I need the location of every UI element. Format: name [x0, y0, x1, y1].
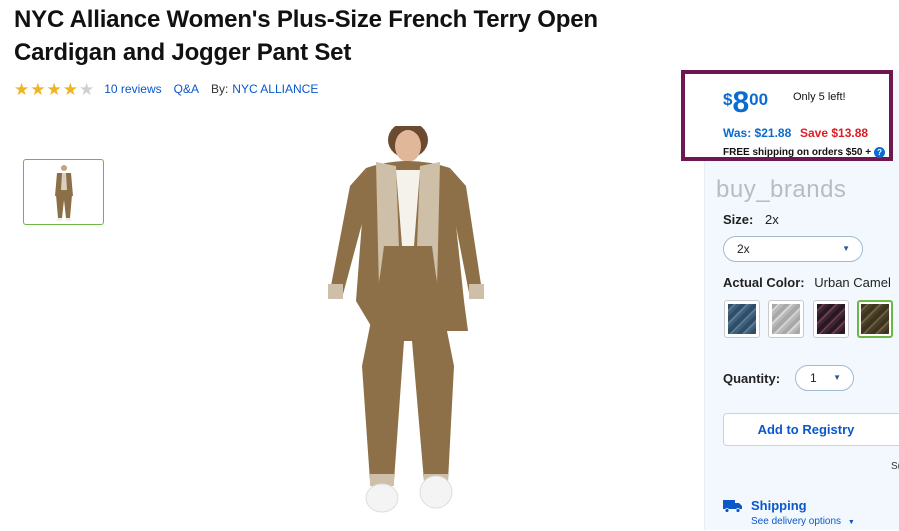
product-title: NYC Alliance Women's Plus-Size French Te…	[14, 6, 598, 66]
quantity-dropdown[interactable]: 1 ▼	[795, 365, 854, 391]
swatch-grey-heather[interactable]	[768, 300, 804, 338]
product-thumbnail[interactable]	[23, 159, 104, 225]
color-value: Urban Camel	[814, 275, 891, 290]
delivery-options-text: See delivery options	[751, 516, 842, 527]
shipping-section: Shipping	[723, 498, 807, 513]
swatch-fill	[817, 304, 845, 334]
swatch-urban-camel[interactable]	[857, 300, 893, 338]
size-label: Size:	[723, 212, 754, 227]
price-currency: $	[723, 90, 733, 109]
shipping-label: Shipping	[751, 498, 807, 513]
star-icon: ★	[46, 79, 62, 99]
product-main-image	[316, 122, 500, 526]
chevron-down-icon: ▼	[842, 244, 850, 253]
swatch-fill	[772, 304, 800, 334]
stock-note: Only 5 left!	[793, 91, 846, 103]
price-dollars: 8	[732, 86, 750, 119]
product-meta-row: ★ ★ ★ ★ ★ 10 reviews Q&A By: NYC ALLIANC…	[14, 80, 330, 98]
swatch-fill	[861, 304, 889, 334]
size-label-row: Size: 2x	[723, 212, 779, 227]
watermark: buy_brands	[716, 176, 847, 203]
by-label: By:	[210, 82, 229, 96]
star-icon: ★	[14, 79, 30, 99]
color-label-row: Actual Color: Urban Camel	[723, 275, 891, 290]
delivery-options-link[interactable]: See delivery options ▼	[751, 516, 855, 527]
reviews-link[interactable]: 10 reviews	[104, 82, 161, 96]
star-icon: ★	[30, 79, 46, 99]
star-icon: ★	[62, 79, 78, 99]
size-selected: 2x	[737, 242, 750, 256]
chevron-down-icon: ▼	[847, 519, 855, 526]
price-box: $800 Only 5 left! Was: $21.88 Save $13.8…	[681, 70, 893, 161]
rating-stars[interactable]: ★ ★ ★ ★ ★	[14, 81, 94, 98]
quantity-label: Quantity:	[723, 371, 781, 386]
truncated-text: S(	[891, 461, 899, 472]
price-cents: 00	[749, 90, 769, 109]
swatch-fill	[728, 304, 756, 334]
add-to-registry-button[interactable]: Add to Registry	[723, 413, 899, 446]
current-price: $800	[723, 88, 768, 118]
save-amount: Save $13.88	[800, 126, 869, 140]
quantity-value: 1	[810, 371, 817, 385]
free-shipping-text: FREE shipping on orders $50 +	[723, 147, 872, 158]
brand-link[interactable]: NYC ALLIANCE	[232, 82, 318, 96]
color-label: Actual Color:	[723, 275, 805, 290]
size-dropdown[interactable]: 2x ▼	[723, 236, 863, 262]
chevron-down-icon: ▼	[833, 373, 841, 382]
free-shipping-note: FREE shipping on orders $50 + ?	[723, 147, 886, 158]
qa-link[interactable]: Q&A	[174, 82, 199, 96]
swatch-plum-heather[interactable]	[813, 300, 849, 338]
swatch-blue-heather[interactable]	[724, 300, 760, 338]
size-value: 2x	[764, 212, 779, 227]
help-icon[interactable]: ?	[874, 147, 886, 158]
was-price: Was: $21.88	[723, 126, 792, 140]
star-empty-icon: ★	[79, 79, 95, 99]
truck-icon	[723, 499, 742, 513]
